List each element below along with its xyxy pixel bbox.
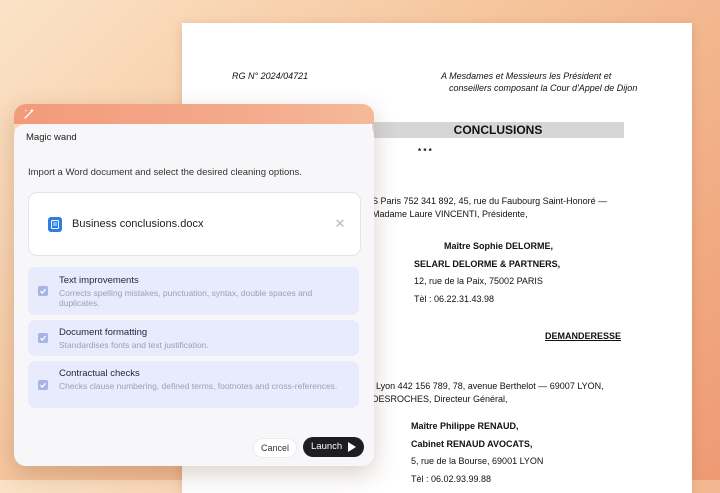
- addressee-line-2: conseillers composant la Cour d'Appel de…: [449, 83, 638, 93]
- play-icon: [348, 442, 356, 452]
- word-file-icon: [48, 217, 62, 232]
- checkbox-checked-icon[interactable]: [38, 380, 48, 390]
- panel-body: Magic wand Import a Word document and se…: [14, 124, 374, 466]
- lawyer2-name: Maître Philippe RENAUD,: [411, 421, 519, 431]
- panel-description: Import a Word document and select the de…: [28, 167, 302, 178]
- cancel-button[interactable]: Cancel: [254, 439, 296, 457]
- doc-line-president: Madame Laure VINCENTI, Présidente,: [372, 209, 528, 219]
- magic-wand-panel: Magic wand Import a Word document and se…: [14, 104, 374, 466]
- file-card[interactable]: Business conclusions.docx ✕: [28, 192, 361, 256]
- lawyer2-address: 5, rue de la Bourse, 69001 LYON: [411, 456, 544, 466]
- option-contractual-checks[interactable]: Contractual checks Checks clause numberi…: [28, 361, 359, 408]
- magic-wand-icon: [22, 107, 36, 121]
- doc-line-rcs: S Paris 752 341 892, 45, rue du Faubourg…: [372, 196, 608, 206]
- file-name: Business conclusions.docx: [72, 218, 204, 230]
- option-label: Text improvements: [59, 275, 139, 286]
- option-description: Checks clause numbering, defined terms, …: [59, 381, 338, 391]
- option-label: Document formatting: [59, 327, 148, 338]
- option-label: Contractual checks: [59, 368, 140, 379]
- lawyer1-name: Maître Sophie DELORME,: [444, 241, 554, 251]
- lawyer2-firm: Cabinet RENAUD AVOCATS,: [411, 439, 533, 449]
- lawyer1-address: 12, rue de la Paix, 75002 PARIS: [414, 276, 543, 286]
- lawyer1-firm: SELARL DELORME & PARTNERS,: [414, 259, 561, 269]
- doc-line-lyon: Lyon 442 156 789, 78, avenue Berthelot —…: [376, 381, 604, 391]
- case-reference: RG N° 2024/04721: [232, 71, 309, 81]
- doc-line-director: DESROCHES, Directeur Général,: [372, 394, 508, 404]
- role-claimant: DEMANDERESSE: [545, 331, 622, 341]
- option-description: Corrects spelling mistakes, punctuation,…: [59, 288, 313, 308]
- panel-title: Magic wand: [26, 132, 77, 143]
- option-document-formatting[interactable]: Document formatting Standardises fonts a…: [28, 320, 359, 356]
- lawyer2-tel: Tèl : 06.02.93.99.88: [411, 474, 492, 484]
- document-heading: CONCLUSIONS: [372, 122, 624, 138]
- panel-header-strip: [14, 104, 374, 124]
- launch-label: Launch: [311, 441, 343, 452]
- option-text-improvements[interactable]: Text improvements Corrects spelling mist…: [28, 267, 359, 315]
- separator-stars: * * *: [418, 147, 432, 156]
- launch-button[interactable]: Launch: [303, 437, 364, 457]
- checkbox-checked-icon[interactable]: [38, 286, 48, 296]
- checkbox-checked-icon[interactable]: [38, 333, 48, 343]
- lawyer1-tel: Tèl : 06.22.31.43.98: [414, 294, 495, 304]
- option-description: Standardises fonts and text justificatio…: [59, 340, 209, 350]
- close-icon[interactable]: ✕: [333, 217, 347, 231]
